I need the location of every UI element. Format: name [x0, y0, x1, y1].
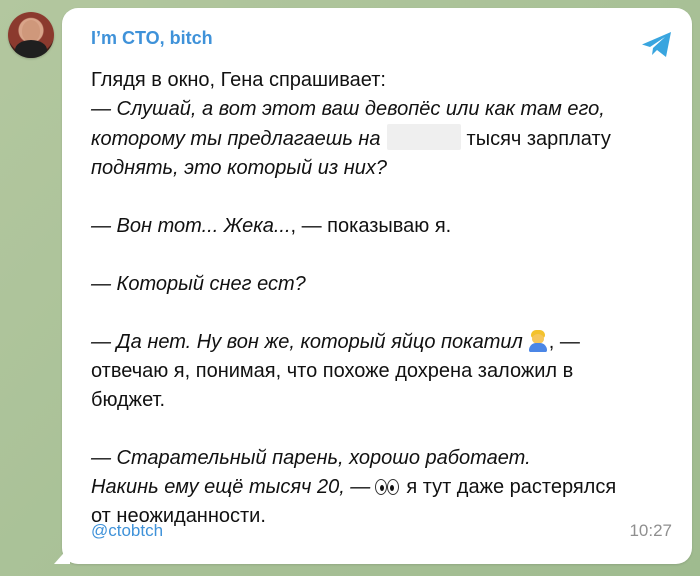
message-line: бюджет.: [91, 386, 671, 415]
line-3-before: которому ты предлагаешь на: [91, 128, 381, 150]
line-1: Глядя в окно, Гена спрашивает:: [91, 69, 386, 91]
line-2: — Слушай, а вот этот ваш девопёс или как…: [91, 98, 605, 120]
line-6: — Который снег ест?: [91, 273, 306, 295]
message-line: — Старательный парень, хорошо работает.: [91, 444, 671, 473]
message-line: отвечаю я, понимая, что похоже дохрена з…: [91, 357, 671, 386]
line-5-em: — Вон тот... Жека...: [91, 215, 291, 237]
avatar-body-shape: [15, 40, 47, 58]
line-7-em: — Да нет. Ну вон же, который яйцо покати…: [91, 331, 523, 353]
message-line: — Который снег ест?: [91, 270, 671, 299]
message-line: от неожиданности.: [91, 502, 671, 531]
line-3-after: тысяч зарплату: [466, 128, 611, 150]
line-10: — Старательный парень, хорошо работает.: [91, 447, 531, 469]
message-line: Накинь ему ещё тысяч 20, — я тут даже рас…: [91, 473, 671, 502]
message-line: — Вон тот... Жека..., — показываю я.: [91, 212, 671, 241]
channel-handle-link[interactable]: @ctobtch: [91, 521, 163, 541]
line-5-plain: , — показываю я.: [290, 215, 452, 237]
message-bubble: I’m CTO, bitch Глядя в окно, Гена спраши…: [62, 8, 692, 564]
message-line: — Слушай, а вот этот ваш девопёс или как…: [91, 95, 671, 124]
avatar-head-shape: [22, 20, 40, 42]
message-text: Глядя в окно, Гена спрашивает: — Слушай,…: [91, 66, 671, 531]
line-11-plain: я тут даже растерялся: [406, 476, 617, 498]
eyes-emoji-icon: [374, 477, 400, 497]
line-7-plain: , —: [548, 331, 580, 353]
message-line: Глядя в окно, Гена спрашивает:: [91, 66, 671, 95]
message-line: — Да нет. Ну вон же, который яйцо покати…: [91, 328, 671, 357]
line-9: бюджет.: [91, 389, 166, 411]
person-emoji-icon: [527, 330, 549, 352]
channel-avatar[interactable]: [8, 12, 54, 58]
message-time: 10:27: [629, 521, 672, 540]
line-8: отвечаю я, понимая, что похоже дохрена з…: [91, 360, 574, 382]
message-line: поднять, это который из них?: [91, 154, 671, 183]
redacted-amount: [386, 124, 461, 150]
line-11-em: Накинь ему ещё тысяч 20, —: [91, 476, 371, 498]
message-line: которому ты предлагаешь на тысяч зарплату: [91, 124, 671, 154]
telegram-icon[interactable]: [640, 30, 674, 60]
line-4: поднять, это который из них?: [91, 157, 387, 179]
channel-title[interactable]: I’m CTO, bitch: [91, 28, 213, 49]
